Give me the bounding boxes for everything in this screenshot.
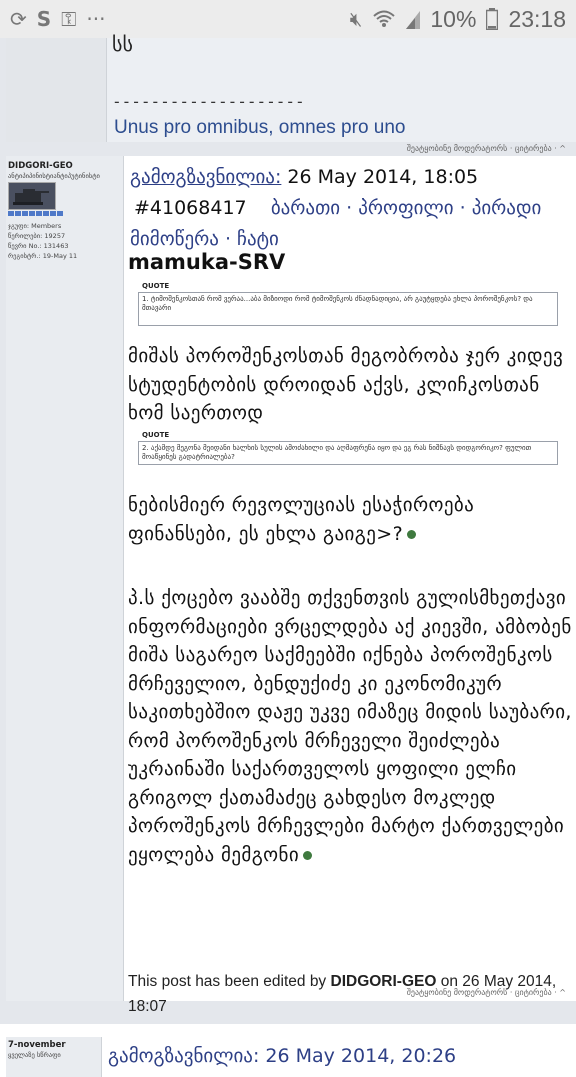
- skype-icon: S: [36, 7, 52, 31]
- next-post-author[interactable]: 7-november: [8, 1040, 66, 1050]
- smiley-icon: [407, 529, 417, 539]
- previous-post: სს -------------------- Unus pro omnibus…: [6, 32, 576, 142]
- status-bar: ⟳ S ⚿ ··· 🔇︎ 10% 23:18: [0, 0, 576, 38]
- author-name[interactable]: DIDGORI-GEO: [8, 161, 73, 171]
- rank-pips: [8, 211, 63, 216]
- author-posts: წერილები: 19257: [8, 232, 66, 240]
- mute-icon: 🔇︎: [349, 7, 363, 31]
- previous-post-actions[interactable]: შეატყობინე მოდერატორს · ციტირება · ^: [407, 144, 566, 153]
- forum-thread: სს -------------------- Unus pro omnibus…: [0, 32, 576, 1077]
- next-post: 7-november ყველაზე სწრაფი გამოგზავნილია:…: [6, 1037, 576, 1077]
- avatar: [8, 182, 56, 210]
- post-paragraph-2-text: ნებისმიერ რევოლუციას ესაჭიროება ფინანსებ…: [128, 494, 481, 545]
- author-member-no: წევრი No.: 131463: [8, 242, 69, 250]
- post-paragraph-2: ნებისმიერ რევოლუციას ესაჭიროება ფინანსებ…: [128, 491, 576, 548]
- key-icon: ⚿: [61, 7, 77, 31]
- previous-post-author-column: [6, 38, 107, 142]
- post-actions[interactable]: შეატყობინე მოდერატორს · ციტირება · ^: [407, 988, 566, 997]
- battery-icon: [486, 8, 499, 30]
- post-paragraph-1: მიშას პოროშენკოსთან მეგობრობა ჯერ კიდევ …: [128, 345, 570, 424]
- wifi-icon: [373, 10, 396, 27]
- post-paragraph-3: პ.ს ქოცებო ვააბშე თქვენთვის გულისმხეთქავ…: [128, 584, 576, 869]
- quoted-author: mamuka-SRV: [128, 250, 286, 274]
- signature-divider: --------------------: [112, 92, 305, 111]
- previous-post-text: სს: [112, 32, 133, 56]
- quote-label: QUOTE: [142, 282, 170, 290]
- author-column: DIDGORI-GEO ანტიპიპინისტიანტიპუტინისტი ჯ…: [6, 156, 124, 1001]
- post-sent-label[interactable]: გამოგზავნილია:: [130, 166, 281, 188]
- post-paragraph-3-text: პ.ს ქოცებო ვააბშე თქვენთვის გულისმხეთქავ…: [128, 587, 572, 866]
- next-post-header: გამოგზავნილია: 26 May 2014, 20:26: [108, 1045, 457, 1067]
- post-header: გამოგზავნილია: 26 May 2014, 18:05 #41068…: [130, 166, 542, 250]
- quote-box: 1. ტიმოშენკოსთან რომ ვერაა...აბა მიზიოდი…: [138, 292, 558, 326]
- quote-label-2: QUOTE: [142, 431, 170, 439]
- edit-note-prefix: This post has been edited by: [128, 973, 327, 990]
- author-title: ანტიპიპინისტიანტიპუტინისტი: [8, 172, 100, 180]
- author-stats: ჯგუფი: Members წერილები: 19257 წევრი No.…: [8, 221, 77, 261]
- forum-post: DIDGORI-GEO ანტიპიპინისტიანტიპუტინისტი ჯ…: [6, 156, 576, 1015]
- post-id: #41068417: [134, 197, 247, 219]
- battery-percent: 10%: [430, 5, 477, 32]
- signature-text: Unus pro omnibus, omnes pro uno: [114, 117, 406, 138]
- sync-icon: ⟳: [10, 7, 27, 31]
- more-icon: ···: [86, 7, 106, 31]
- next-post-author-title: ყველაზე სწრაფი: [8, 1051, 61, 1059]
- author-registered: რეგისტრ.: 19-May 11: [8, 252, 78, 260]
- link-chat[interactable]: ჩატი: [237, 228, 279, 250]
- author-group: ჯგუფი: Members: [8, 222, 62, 230]
- post-date: 26 May 2014, 18:05: [287, 166, 479, 188]
- link-profile[interactable]: პროფილი: [358, 197, 453, 219]
- clock: 23:18: [508, 5, 566, 32]
- signal-icon: [406, 11, 421, 29]
- smiley-icon-2: [303, 850, 313, 860]
- quote-box-2: 2. აქამდე მეგონა მეიდანი ხალხის სულის ამ…: [138, 441, 558, 465]
- next-post-author-column: 7-november ყველაზე სწრაფი: [6, 1037, 102, 1077]
- link-card[interactable]: ბარათი: [271, 197, 340, 219]
